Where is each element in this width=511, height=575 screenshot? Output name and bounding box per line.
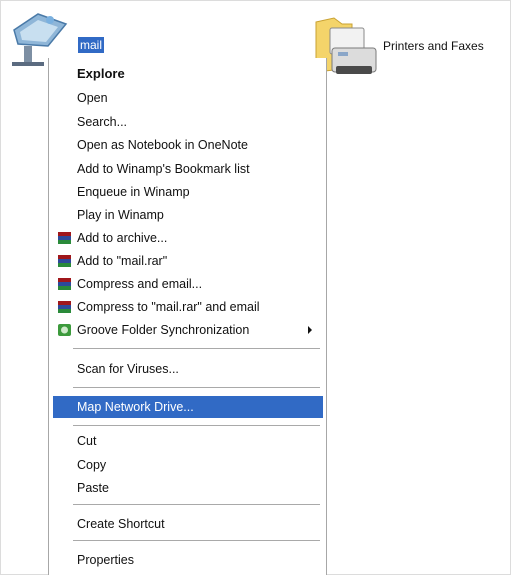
menu-item-label: Open (77, 91, 108, 105)
menu-item-label: Scan for Viruses... (77, 362, 179, 376)
menu-item-label: Play in Winamp (77, 208, 164, 222)
menu-item-add-to-rar[interactable]: Add to "mail.rar" (49, 250, 326, 272)
menu-item-label: Search... (77, 115, 128, 129)
winrar-icon (58, 255, 71, 267)
chevron-right-icon (308, 326, 312, 334)
menu-separator (73, 425, 320, 426)
menu-item-open[interactable]: Open (49, 87, 326, 109)
menu-item-map-network-drive[interactable]: Map Network Drive... (53, 396, 323, 418)
menu-item-label: Paste (77, 481, 109, 495)
menu-item-create-shortcut[interactable]: Create Shortcut (49, 513, 326, 535)
menu-item-label: Groove Folder Synchronization (77, 323, 250, 337)
menu-item-play-winamp[interactable]: Play in Winamp (49, 204, 326, 226)
menu-item-open-onenote[interactable]: Open as Notebook in OneNote (49, 134, 326, 156)
mail-folder-label[interactable]: mail (78, 37, 105, 53)
menu-item-groove-sync[interactable]: Groove Folder Synchronization (49, 319, 326, 341)
menu-item-properties[interactable]: Properties (49, 549, 326, 571)
menu-item-label: Compress to "mail.rar" and email (77, 300, 260, 314)
menu-item-copy[interactable]: Copy (49, 454, 326, 476)
printers-and-faxes-label[interactable]: Printers and Faxes (383, 39, 484, 53)
menu-item-scan-viruses[interactable]: Scan for Viruses... (49, 358, 326, 380)
menu-item-enqueue-winamp[interactable]: Enqueue in Winamp (49, 181, 326, 203)
winrar-icon (58, 232, 71, 244)
menu-item-label: Add to Winamp's Bookmark list (77, 162, 250, 176)
groove-icon (58, 324, 71, 336)
menu-item-label: Copy (77, 458, 107, 472)
menu-item-cut[interactable]: Cut (49, 430, 326, 452)
menu-item-label: Add to archive... (77, 231, 168, 245)
menu-separator (73, 540, 320, 541)
menu-item-compress-email[interactable]: Compress and email... (49, 273, 326, 295)
menu-separator (73, 504, 320, 505)
menu-item-label: Explore (77, 66, 125, 81)
menu-item-label: Compress and email... (77, 277, 203, 291)
menu-item-label: Open as Notebook in OneNote (77, 138, 248, 152)
winrar-icon (58, 301, 71, 313)
menu-separator (73, 387, 320, 388)
menu-item-label: Enqueue in Winamp (77, 185, 190, 199)
menu-item-explore[interactable]: Explore (49, 63, 326, 85)
menu-item-label: Create Shortcut (77, 517, 165, 531)
menu-item-winamp-bookmark[interactable]: Add to Winamp's Bookmark list (49, 158, 326, 180)
menu-item-label: Add to "mail.rar" (77, 254, 168, 268)
menu-separator (73, 348, 320, 349)
menu-item-label: Cut (77, 434, 97, 448)
menu-item-search[interactable]: Search... (49, 111, 326, 133)
menu-item-add-to-archive[interactable]: Add to archive... (49, 227, 326, 249)
winrar-icon (58, 278, 71, 290)
context-menu: Explore Open Search... Open as Notebook … (48, 58, 327, 575)
menu-item-compress-rar-email[interactable]: Compress to "mail.rar" and email (49, 296, 326, 318)
menu-item-label: Map Network Drive... (77, 400, 194, 414)
menu-item-paste[interactable]: Paste (49, 477, 326, 499)
menu-item-label: Properties (77, 553, 134, 567)
